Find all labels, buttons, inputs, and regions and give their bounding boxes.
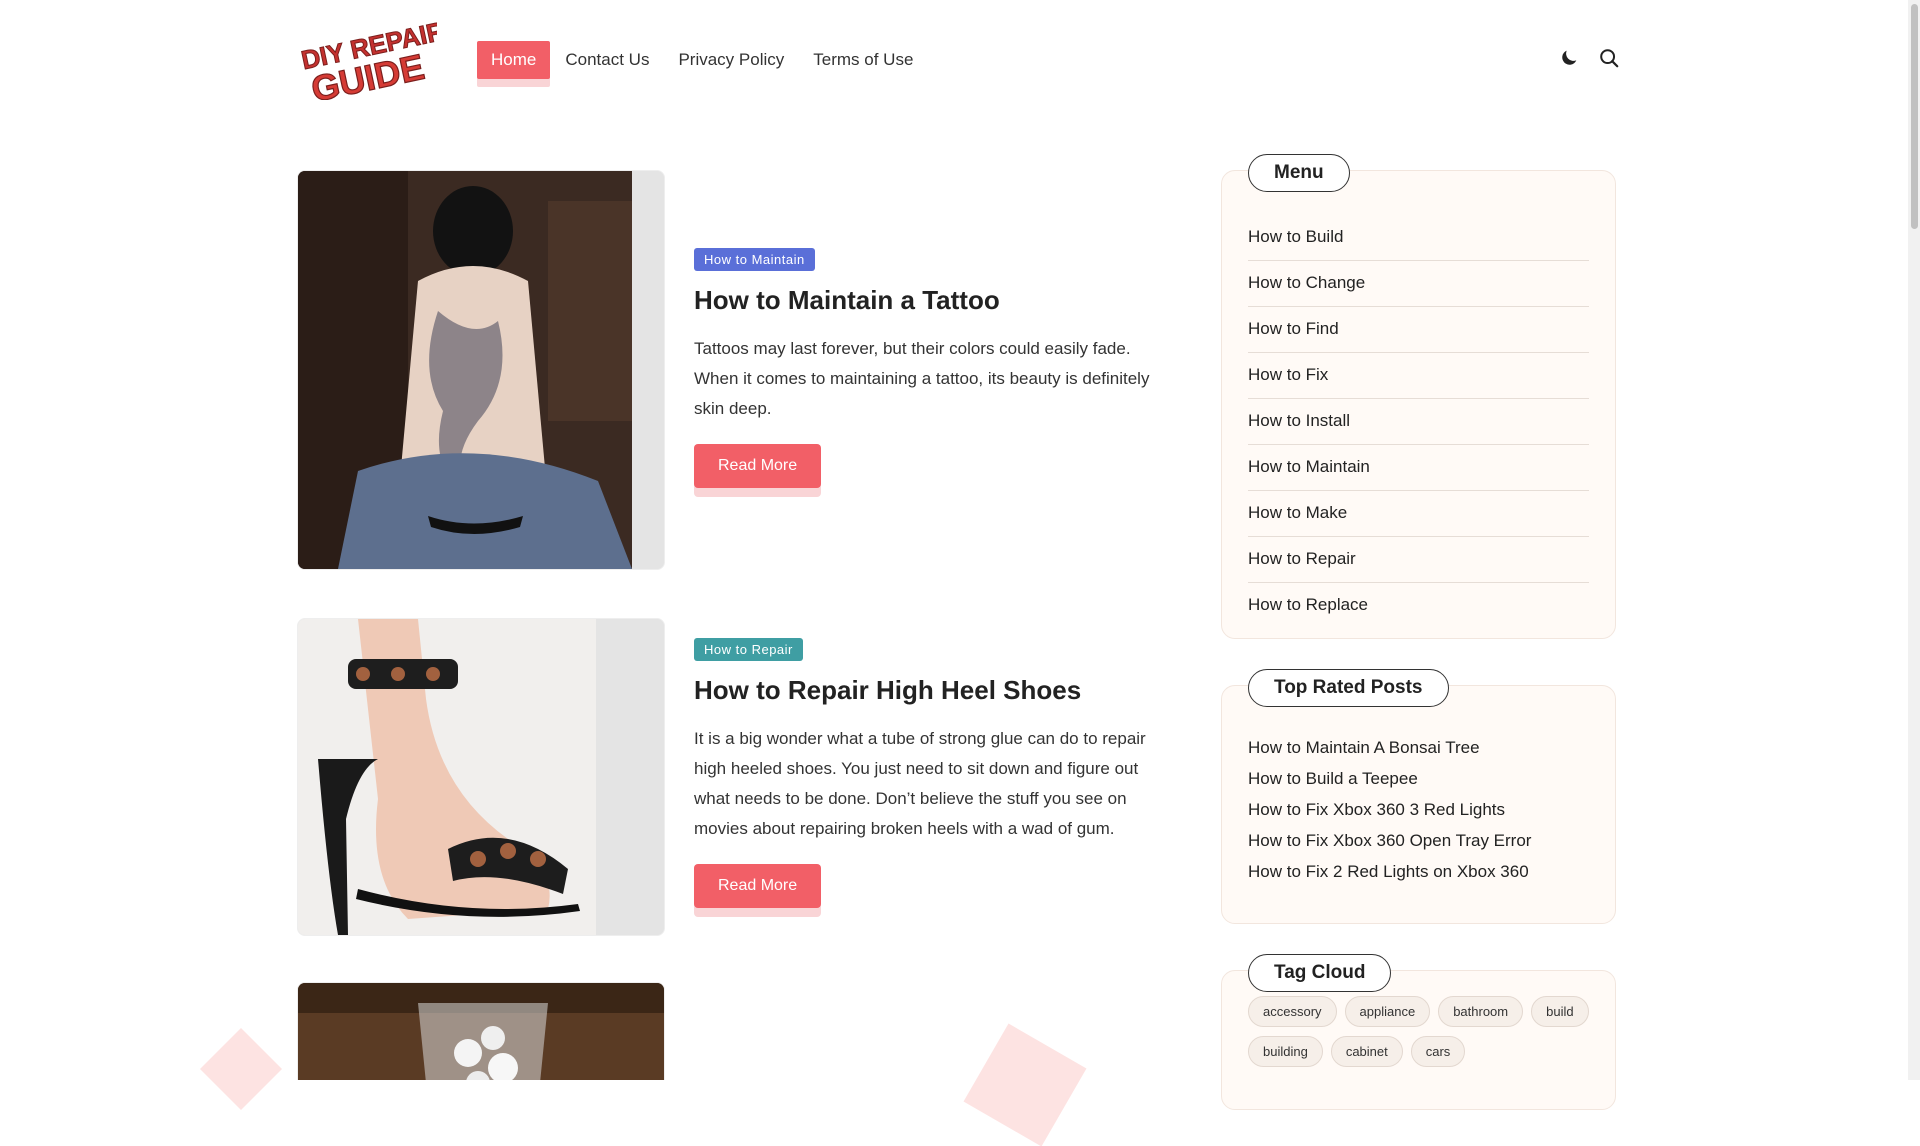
widget-title: Tag Cloud <box>1248 954 1392 992</box>
top-rated-item[interactable]: How to Fix 2 Red Lights on Xbox 360 <box>1248 857 1589 888</box>
post-card: How to Maintain How to Maintain a Tattoo… <box>297 170 1157 570</box>
tattoo-image <box>298 171 664 569</box>
nav-home[interactable]: Home <box>477 41 551 79</box>
post-thumbnail[interactable] <box>297 618 665 936</box>
tag[interactable]: build <box>1531 996 1589 1027</box>
tag[interactable]: cars <box>1410 1036 1466 1067</box>
search-icon[interactable] <box>1598 47 1620 69</box>
top-rated-item[interactable]: How to Maintain A Bonsai Tree <box>1248 733 1589 764</box>
read-more-button[interactable]: Read More <box>694 864 822 909</box>
glass-image <box>298 983 664 1080</box>
tag[interactable]: appliance <box>1344 996 1431 1027</box>
menu-widget: Menu How to Build How to Change How to F… <box>1221 154 1616 639</box>
top-rated-item[interactable]: How to Fix Xbox 360 Open Tray Error <box>1248 826 1589 857</box>
nav-terms-of-use[interactable]: Terms of Use <box>799 41 927 79</box>
post-card: How to Repair How to Repair High Heel Sh… <box>297 618 1157 938</box>
post-card <box>297 982 1157 1080</box>
thumb-underline <box>310 569 652 570</box>
nav-privacy-policy[interactable]: Privacy Policy <box>664 41 798 79</box>
moon-icon[interactable] <box>1558 47 1580 69</box>
post-body: How to Maintain How to Maintain a Tattoo… <box>694 248 1154 489</box>
main-nav: Home Contact Us Privacy Policy Terms of … <box>477 41 928 79</box>
menu-list: How to Build How to Change How to Find H… <box>1248 171 1589 636</box>
post-thumbnail[interactable] <box>297 170 665 570</box>
post-body: How to Repair How to Repair High Heel Sh… <box>694 638 1154 909</box>
logo-graphic: DIY REPAIR GUIDE <box>298 20 437 100</box>
category-badge[interactable]: How to Maintain <box>694 248 815 271</box>
post-title[interactable]: How to Repair High Heel Shoes <box>694 675 1154 706</box>
decor-shape-left <box>199 1027 283 1111</box>
top-rated-item[interactable]: How to Fix Xbox 360 3 Red Lights <box>1248 795 1589 826</box>
scrollbar-thumb[interactable] <box>1911 4 1918 229</box>
category-badge[interactable]: How to Repair <box>694 638 803 661</box>
high-heel-shoe-image <box>298 619 664 935</box>
post-title[interactable]: How to Maintain a Tattoo <box>694 285 1154 316</box>
widget-title: Menu <box>1248 154 1350 192</box>
page-scrollbar[interactable] <box>1908 0 1920 1080</box>
tag[interactable]: bathroom <box>1438 996 1524 1027</box>
tag-cloud-widget: Tag Cloud accessory appliance bathroom b… <box>1221 954 1616 1110</box>
nav-contact-us[interactable]: Contact Us <box>551 41 663 79</box>
header-actions <box>1558 47 1620 69</box>
site-logo[interactable]: DIY REPAIR GUIDE <box>297 20 437 100</box>
menu-item[interactable]: How to Fix <box>1248 353 1589 399</box>
read-more-button[interactable]: Read More <box>694 444 822 489</box>
widget-title: Top Rated Posts <box>1248 669 1449 707</box>
menu-item[interactable]: How to Make <box>1248 491 1589 537</box>
post-thumbnail[interactable] <box>297 982 665 1080</box>
tag[interactable]: cabinet <box>1330 1036 1403 1067</box>
menu-item[interactable]: How to Install <box>1248 399 1589 445</box>
menu-item[interactable]: How to Change <box>1248 261 1589 307</box>
thumb-underline <box>310 935 652 936</box>
menu-item[interactable]: How to Replace <box>1248 583 1589 628</box>
menu-item[interactable]: How to Build <box>1248 215 1589 261</box>
post-excerpt: It is a big wonder what a tube of strong… <box>694 729 1146 839</box>
menu-item[interactable]: How to Find <box>1248 307 1589 353</box>
site-header: DIY REPAIR GUIDE Home Contact Us Privacy… <box>0 0 1920 120</box>
menu-item[interactable]: How to Maintain <box>1248 445 1589 491</box>
tag[interactable]: building <box>1248 1036 1323 1067</box>
tag[interactable]: accessory <box>1248 996 1337 1027</box>
top-rated-item[interactable]: How to Build a Teepee <box>1248 764 1589 795</box>
post-excerpt: Tattoos may last forever, but their colo… <box>694 339 1150 419</box>
top-rated-widget: Top Rated Posts How to Maintain A Bonsai… <box>1221 669 1616 924</box>
menu-item[interactable]: How to Repair <box>1248 537 1589 583</box>
top-rated-list: How to Maintain A Bonsai Tree How to Bui… <box>1248 686 1589 904</box>
